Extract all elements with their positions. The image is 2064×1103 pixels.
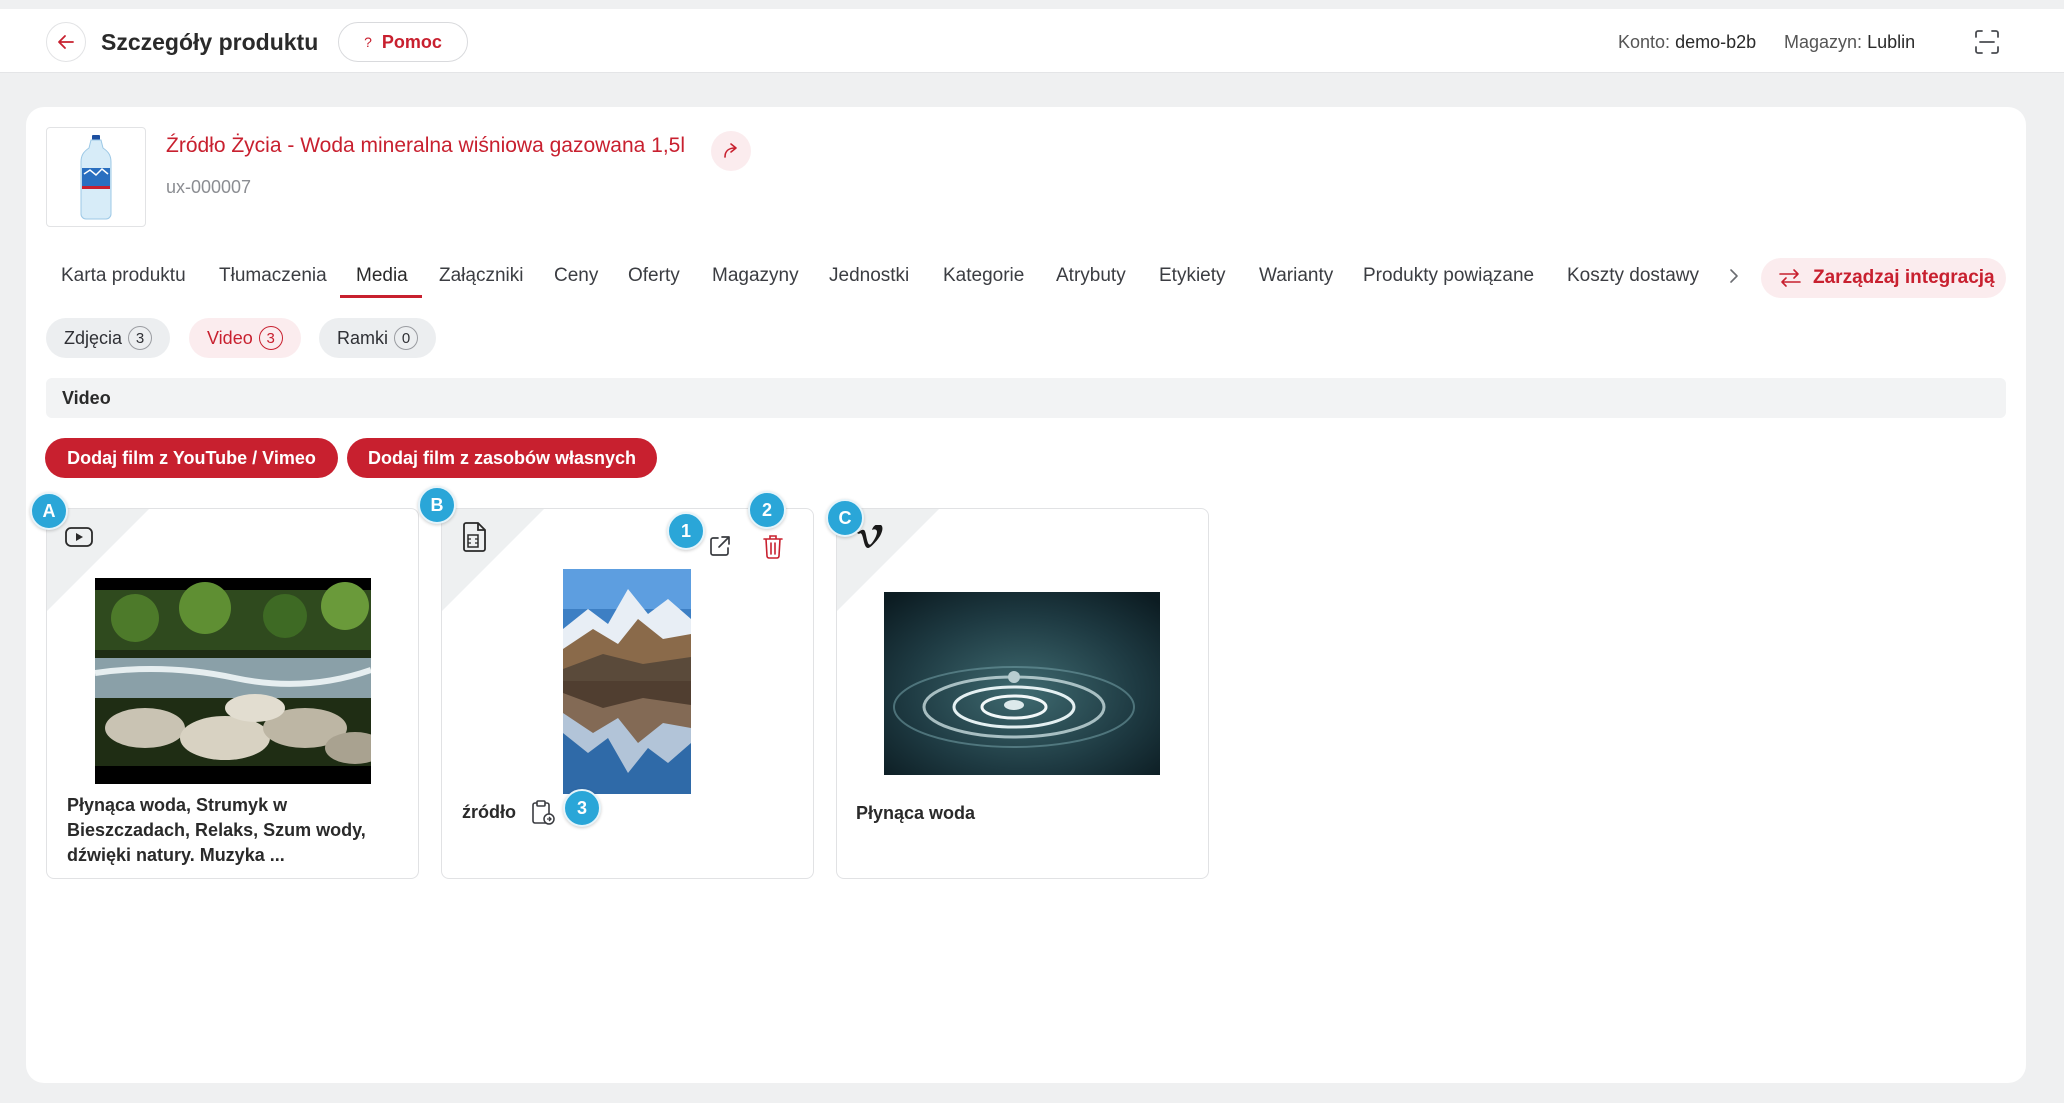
tab-atrybuty[interactable]: Atrybuty xyxy=(1056,254,1126,298)
manage-integration-button[interactable]: Zarządzaj integracją xyxy=(1761,258,2006,298)
active-tab-indicator xyxy=(340,295,422,298)
video-card[interactable]: Płynąca woda xyxy=(836,508,1209,879)
video-card[interactable]: Płynąca woda, Strumyk w Bieszczadach, Re… xyxy=(46,508,419,879)
video-thumbnail-mountain xyxy=(563,569,691,794)
tab-koszty-dostawy[interactable]: Koszty dostawy xyxy=(1567,254,1699,298)
annotation-badge-3: 3 xyxy=(563,789,601,827)
product-code: ux-000007 xyxy=(166,177,252,197)
top-strip xyxy=(0,0,2064,9)
tab-kategorie[interactable]: Kategorie xyxy=(943,254,1024,298)
product-name[interactable]: Źródło Życia - Woda mineralna wiśniowa g… xyxy=(166,131,685,161)
product-thumbnail xyxy=(46,127,146,227)
chevron-right-icon[interactable] xyxy=(1722,264,1746,288)
add-youtube-vimeo-button[interactable]: Dodaj film z YouTube / Vimeo xyxy=(45,438,338,478)
annotation-badge-b: B xyxy=(418,486,456,524)
water-bottle-image xyxy=(80,135,112,220)
count-badge: 3 xyxy=(258,326,283,350)
video-file-icon xyxy=(463,522,486,552)
video-title: Płynąca woda xyxy=(856,803,976,823)
annotation-badge-a: A xyxy=(30,492,68,530)
filter-chip-ramki[interactable]: Ramki 0 xyxy=(319,318,437,358)
share-arrow-icon xyxy=(724,143,737,158)
open-external-icon[interactable] xyxy=(707,533,733,559)
video-card[interactable]: źródło xyxy=(441,508,814,879)
tab-karta-produktu[interactable]: Karta produktu xyxy=(61,254,186,298)
fullscreen-scan-icon[interactable] xyxy=(1972,27,2002,57)
question-icon: ? xyxy=(364,34,372,50)
trash-icon[interactable] xyxy=(761,533,785,559)
annotation-badge-2: 2 xyxy=(748,491,786,529)
count-badge: 0 xyxy=(394,326,419,350)
app-header: Szczegóły produktu ? Pomoc Konto: demo-b… xyxy=(0,9,2064,73)
tab-tlumaczenia[interactable]: Tłumaczenia xyxy=(219,254,327,298)
video-thumbnail-water-drop xyxy=(884,592,1160,775)
video-title: źródło xyxy=(462,802,516,822)
tab-magazyny[interactable]: Magazyny xyxy=(712,254,799,298)
card-corner xyxy=(442,509,544,611)
filter-chip-video[interactable]: Video 3 xyxy=(189,318,301,358)
help-button-label: Pomoc xyxy=(381,31,442,52)
tab-warianty[interactable]: Warianty xyxy=(1259,254,1333,298)
tab-produkty-powiazane[interactable]: Produkty powiązane xyxy=(1363,254,1534,298)
back-button[interactable] xyxy=(46,22,86,62)
video-title: Płynąca woda, Strumyk w Bieszczadach, Re… xyxy=(67,795,366,865)
arrow-left-icon xyxy=(58,35,74,49)
video-thumbnail-stream xyxy=(95,578,371,784)
manage-integration-label: Zarządzaj integracją xyxy=(1813,267,1995,288)
tab-jednostki[interactable]: Jednostki xyxy=(829,254,909,298)
tab-zalaczniki[interactable]: Załączniki xyxy=(439,254,523,298)
filter-chip-zdjecia[interactable]: Zdjęcia 3 xyxy=(46,318,171,358)
page-title: Szczegóły produktu xyxy=(101,29,319,55)
account-info: Konto: demo-b2b xyxy=(1618,32,1757,52)
tab-media[interactable]: Media xyxy=(356,254,408,298)
annotation-badge-1: 1 xyxy=(667,512,705,550)
swap-arrows-icon xyxy=(1779,269,1801,287)
tab-oferty[interactable]: Oferty xyxy=(628,254,680,298)
youtube-icon xyxy=(65,527,93,547)
help-button[interactable]: ? Pomoc xyxy=(338,22,468,62)
section-header: Video xyxy=(46,378,2006,418)
annotation-badge-c: C xyxy=(826,499,864,537)
clipboard-copy-icon[interactable] xyxy=(530,799,556,827)
add-own-video-button[interactable]: Dodaj film z zasobów własnych xyxy=(347,438,657,478)
tab-etykiety[interactable]: Etykiety xyxy=(1159,254,1226,298)
share-button[interactable] xyxy=(711,131,751,171)
warehouse-info: Magazyn: Lublin xyxy=(1784,32,1916,52)
count-badge: 3 xyxy=(128,326,153,350)
tab-ceny[interactable]: Ceny xyxy=(554,254,598,298)
